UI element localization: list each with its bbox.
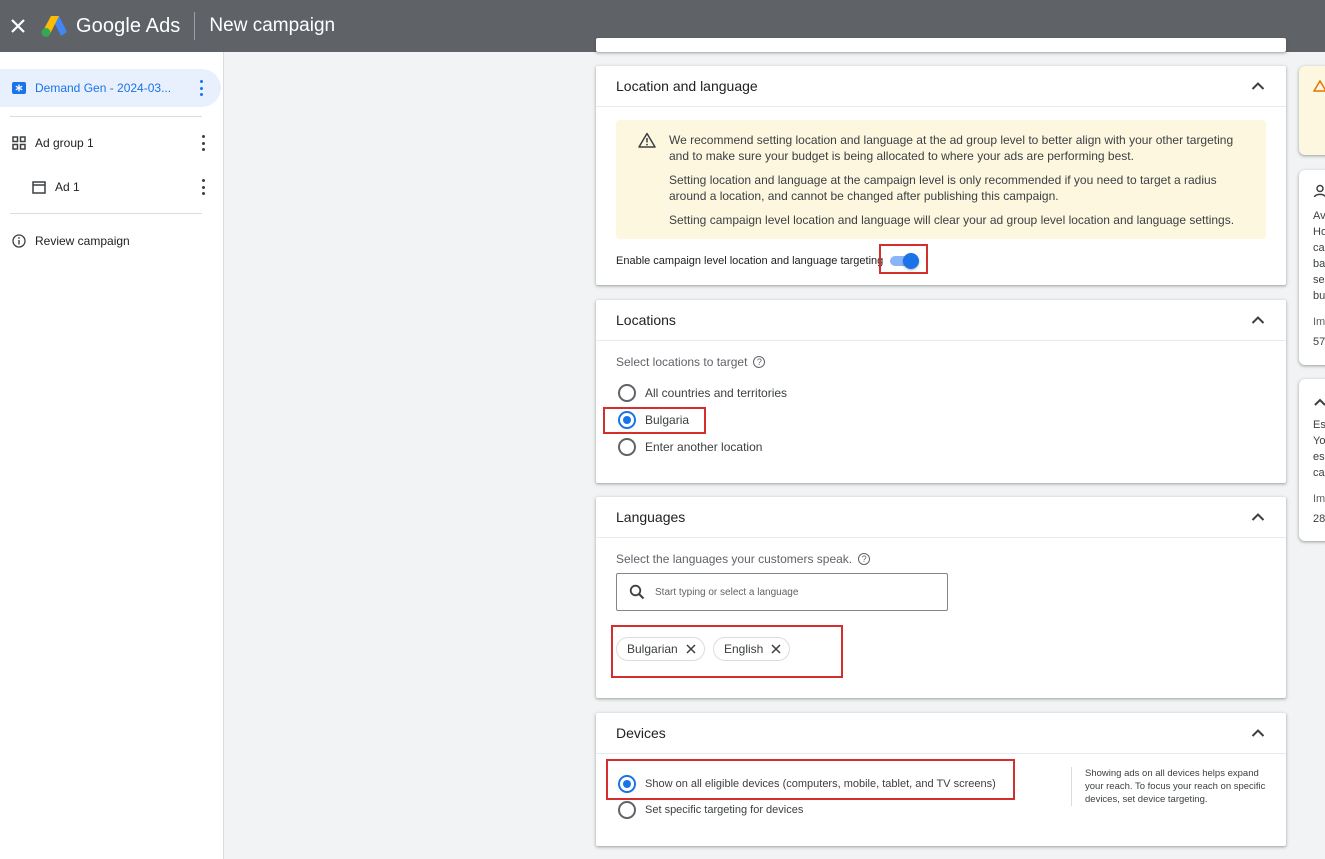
notice-paragraph: Setting campaign level location and lang… — [669, 213, 1235, 227]
card-header: Devices — [596, 713, 1286, 754]
sidebar-item-label: Demand Gen - 2024-03... — [35, 81, 172, 95]
grid-icon — [11, 135, 27, 151]
chevron-up-icon[interactable] — [1250, 312, 1266, 328]
sidebar-item-ad-group[interactable]: Ad group 1 — [0, 124, 223, 162]
chevron-up-icon[interactable] — [1250, 509, 1266, 525]
card-title: Locations — [616, 312, 676, 328]
help-icon[interactable]: ? — [753, 356, 766, 368]
right-panel-warning — [1299, 66, 1325, 155]
radio-button[interactable] — [618, 384, 636, 402]
topbar-divider — [194, 12, 196, 40]
language-search-field[interactable] — [616, 573, 948, 611]
sidebar-item-ad[interactable]: Ad 1 — [0, 168, 223, 206]
recommendation-notice: We recommend setting location and langua… — [616, 120, 1266, 239]
notice-paragraph: Setting location and language at the cam… — [669, 173, 1217, 203]
sidebar-item-review[interactable]: Review campaign — [0, 222, 223, 260]
sidebar-divider — [10, 116, 202, 117]
languages-prompt: Select the languages your customers spea… — [616, 552, 871, 566]
card-title: Devices — [616, 725, 666, 741]
card-title: Location and language — [616, 78, 758, 94]
sidebar-item-campaign[interactable]: Demand Gen - 2024-03... — [0, 69, 221, 107]
radio-label: Set specific targeting for devices — [645, 804, 804, 816]
prompt-text: Select the languages your customers spea… — [616, 552, 853, 566]
warning-icon — [638, 132, 656, 148]
devices-help-note: Showing ads on all devices helps expand … — [1071, 767, 1275, 806]
sidebar-item-label: Ad group 1 — [35, 136, 94, 150]
radio-all-countries[interactable]: All countries and territories — [618, 384, 787, 402]
prompt-text: Select locations to target — [616, 355, 748, 369]
more-vert-icon[interactable] — [195, 135, 211, 151]
radio-button[interactable] — [618, 438, 636, 456]
chevron-up-icon[interactable] — [1250, 725, 1266, 741]
radio-label: Enter another location — [645, 440, 763, 454]
notice-paragraph: We recommend setting location and langua… — [669, 133, 1234, 163]
page-title: New campaign — [209, 15, 336, 36]
radio-label: All countries and territories — [645, 386, 788, 400]
radio-specific-devices[interactable]: Set specific targeting for devices — [618, 801, 803, 819]
card-header: Languages — [596, 497, 1286, 538]
highlight-box — [611, 625, 843, 678]
person-icon — [1313, 184, 1325, 198]
search-icon — [629, 584, 645, 600]
panel-text: ca — [1313, 467, 1325, 479]
close-icon[interactable] — [2, 0, 34, 52]
sidebar-divider — [10, 213, 202, 214]
panel-text: Es — [1313, 419, 1325, 431]
panel-text: bu — [1313, 290, 1325, 302]
locations-card: Locations Select locations to target ? A… — [596, 300, 1286, 483]
card-header: Location and language — [596, 66, 1286, 107]
panel-text: Av — [1313, 210, 1325, 222]
panel-text: Yo — [1313, 435, 1325, 447]
highlight-box — [879, 244, 928, 274]
sidebar: Demand Gen - 2024-03... Ad group 1 Ad 1 … — [0, 52, 224, 859]
chevron-up-icon[interactable] — [1313, 397, 1325, 407]
panel-text: Ho — [1313, 226, 1325, 238]
ad-window-icon — [31, 179, 47, 195]
warning-icon — [1313, 80, 1325, 92]
languages-card: Languages Select the languages your cust… — [596, 497, 1286, 698]
highlight-box — [606, 759, 1015, 800]
right-panel-estimates: Es Yo es ca Im 28 — [1299, 379, 1325, 541]
more-vert-icon[interactable] — [195, 179, 211, 195]
panel-text: Im — [1313, 493, 1325, 505]
chevron-up-icon[interactable] — [1250, 78, 1266, 94]
campaign-targeting-toggle-row: Enable campaign level location and langu… — [616, 252, 920, 270]
card-header: Locations — [596, 300, 1286, 341]
card-title: Languages — [616, 509, 686, 525]
help-icon[interactable]: ? — [858, 553, 871, 565]
radio-enter-location[interactable]: Enter another location — [618, 438, 762, 456]
devices-card: Devices Show on all eligible devices (co… — [596, 713, 1286, 846]
brand-name: Google Ads — [76, 14, 181, 37]
more-vert-icon[interactable] — [193, 80, 209, 96]
sidebar-item-label: Review campaign — [35, 234, 130, 248]
panel-value: 57 — [1313, 336, 1325, 348]
info-icon — [11, 233, 27, 249]
panel-text: se — [1313, 274, 1325, 286]
panel-text: ba — [1313, 258, 1325, 270]
previous-card-edge — [596, 38, 1286, 52]
sidebar-item-label: Ad 1 — [55, 180, 80, 194]
panel-text: es — [1313, 451, 1325, 463]
panel-text: Im — [1313, 316, 1325, 328]
panel-value: 28 — [1313, 513, 1325, 525]
language-search-input[interactable] — [653, 585, 937, 599]
locations-prompt: Select locations to target ? — [616, 355, 766, 369]
right-panel-audience: Av Ho ca ba se bu Im 57 — [1299, 170, 1325, 365]
campaign-icon — [11, 80, 27, 96]
panel-text: ca — [1313, 242, 1325, 254]
location-language-card: Location and language We recommend setti… — [596, 66, 1286, 285]
toggle-label: Enable campaign level location and langu… — [616, 255, 884, 267]
google-ads-logo-icon — [41, 16, 67, 37]
highlight-box — [603, 407, 706, 434]
radio-button[interactable] — [618, 801, 636, 819]
